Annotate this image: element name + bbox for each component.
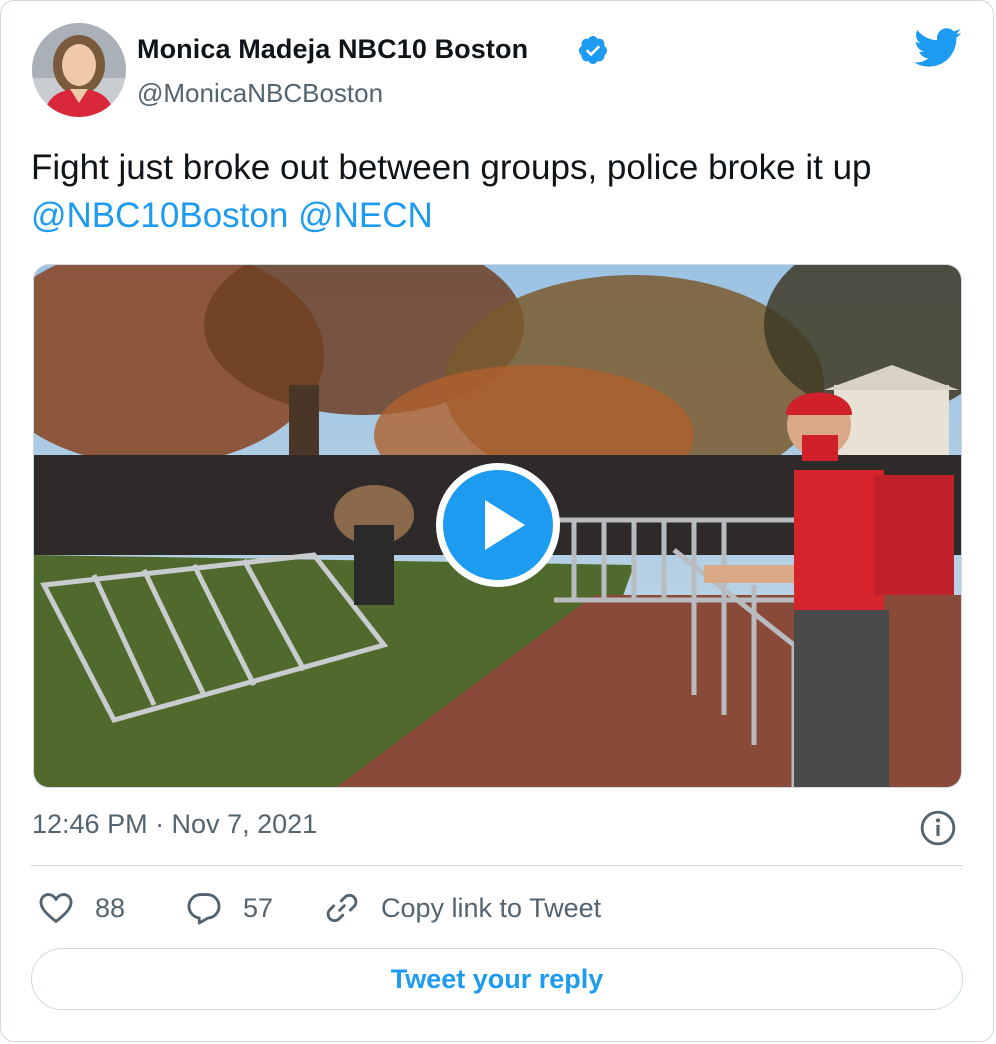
verified-badge-icon xyxy=(578,36,607,64)
author-name[interactable]: Monica Madeja NBC10 Boston xyxy=(137,34,528,65)
mention-necn[interactable]: @NECN xyxy=(298,196,433,235)
copy-link-label: Copy link to Tweet xyxy=(381,892,602,923)
like-action[interactable]: 88 xyxy=(37,885,125,931)
copy-link-action[interactable]: Copy link to Tweet xyxy=(323,885,601,931)
author-handle[interactable]: @MonicaNBCBoston xyxy=(137,78,383,109)
tweet-card: Monica Madeja NBC10 Boston @MonicaNBCBos… xyxy=(0,0,994,1042)
reply-count: 57 xyxy=(243,892,274,923)
author-avatar[interactable] xyxy=(32,23,126,117)
heart-icon xyxy=(39,893,73,923)
link-icon xyxy=(326,893,358,923)
mention-nbc10boston[interactable]: @NBC10Boston xyxy=(31,196,288,235)
tweet-text-body: Fight just broke out between groups, pol… xyxy=(31,148,872,187)
like-count: 88 xyxy=(95,892,126,923)
tweet-text: Fight just broke out between groups, pol… xyxy=(31,144,961,240)
speech-bubble-icon xyxy=(187,893,221,925)
tweet-timestamp[interactable]: 12:46 PM · Nov 7, 2021 xyxy=(32,809,317,840)
tweet-your-reply-button[interactable]: Tweet your reply xyxy=(31,948,963,1010)
reply-action[interactable]: 57 xyxy=(185,885,273,931)
play-icon[interactable] xyxy=(433,460,563,590)
divider xyxy=(31,865,963,866)
info-icon[interactable] xyxy=(919,809,957,847)
twitter-bird-icon[interactable] xyxy=(914,28,962,68)
